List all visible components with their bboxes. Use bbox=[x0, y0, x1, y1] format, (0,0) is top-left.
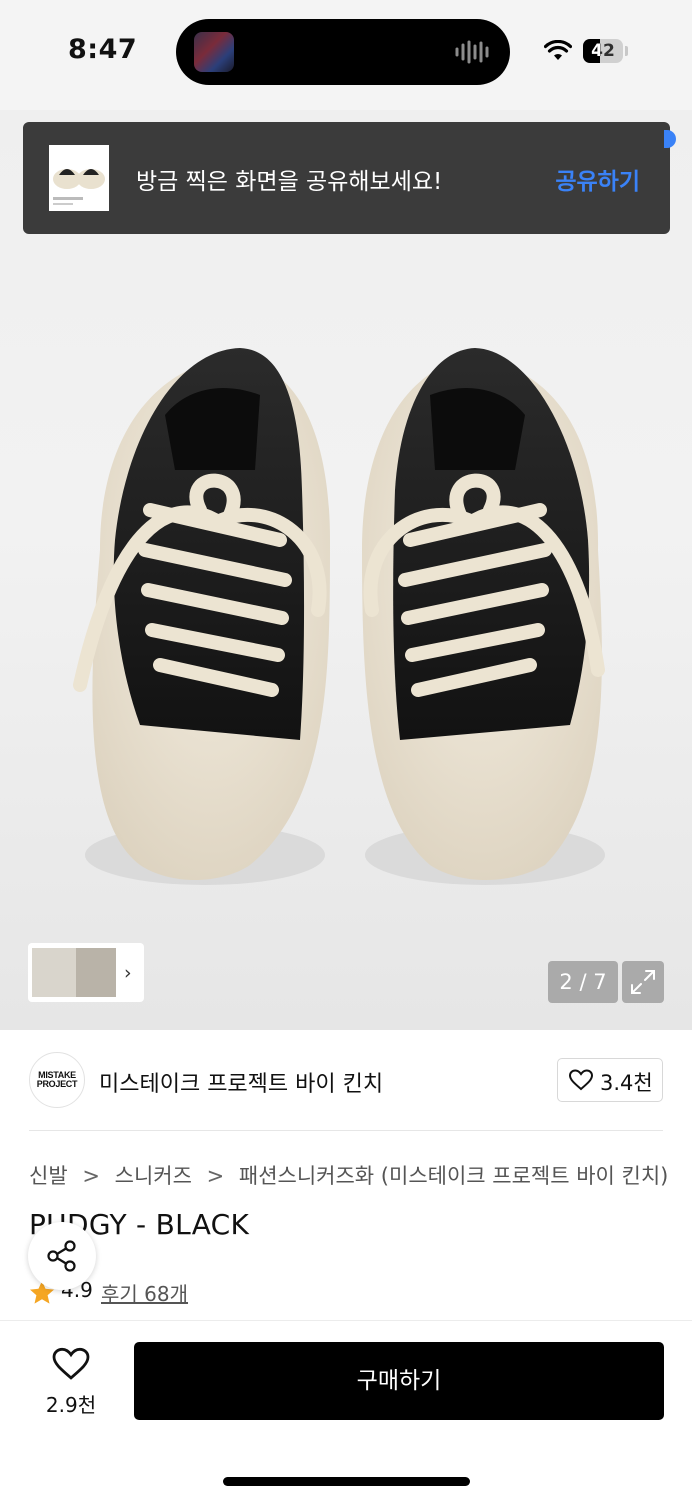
breadcrumb-item[interactable]: 패션스니커즈화 (미스테이크 프로젝트 바이 킨치) bbox=[239, 1164, 669, 1188]
bottom-action-bar: 2.9천 구매하기 bbox=[0, 1320, 692, 1501]
heart-icon bbox=[52, 1347, 90, 1380]
now-playing-artwork bbox=[194, 32, 234, 72]
breadcrumb-item[interactable]: 신발 bbox=[29, 1164, 68, 1188]
toast-share-button[interactable]: 공유하기 bbox=[555, 162, 640, 196]
breadcrumb-item[interactable]: 스니커즈 bbox=[115, 1164, 192, 1188]
brand-name[interactable]: 미스테이크 프로젝트 바이 킨치 bbox=[99, 1066, 383, 1098]
wifi-icon bbox=[544, 40, 572, 60]
home-indicator[interactable] bbox=[223, 1477, 470, 1486]
expand-icon[interactable] bbox=[622, 961, 664, 1003]
screenshot-thumbnail[interactable] bbox=[49, 145, 109, 211]
product-photo bbox=[73, 348, 605, 885]
thumbnail-strip[interactable]: › bbox=[28, 943, 144, 1002]
breadcrumb: 신발 > 스니커즈 > 패션스니커즈화 (미스테이크 프로젝트 바이 킨치) bbox=[29, 1160, 668, 1190]
breadcrumb-separator: > bbox=[82, 1164, 100, 1188]
divider bbox=[29, 1130, 663, 1131]
audio-waveform-icon bbox=[455, 40, 489, 64]
thumbnail-1[interactable] bbox=[32, 948, 76, 997]
battery-cap bbox=[625, 46, 628, 56]
wishlist-count: 2.9천 bbox=[45, 1393, 97, 1417]
review-count-link[interactable]: 후기 68개 bbox=[101, 1278, 188, 1307]
heart-icon bbox=[569, 1069, 593, 1091]
image-counter: 2 / 7 bbox=[548, 961, 618, 1003]
share-button[interactable] bbox=[28, 1222, 96, 1290]
toast-message: 방금 찍은 화면을 공유해보세요! bbox=[136, 169, 443, 195]
breadcrumb-separator: > bbox=[206, 1164, 225, 1188]
share-screenshot-toast[interactable]: 방금 찍은 화면을 공유해보세요! 공유하기 bbox=[23, 122, 670, 234]
brand-like-button[interactable]: 3.4천 bbox=[557, 1058, 663, 1102]
battery-icon: 42 bbox=[583, 39, 623, 63]
wishlist-button[interactable]: 2.9천 bbox=[36, 1345, 106, 1421]
buy-button[interactable]: 구매하기 bbox=[134, 1342, 664, 1420]
chevron-right-icon[interactable]: › bbox=[124, 962, 132, 984]
battery-percent: 42 bbox=[591, 41, 615, 61]
thumbnail-2[interactable] bbox=[76, 948, 116, 997]
product-image-carousel[interactable] bbox=[0, 110, 692, 1030]
status-time: 8:47 bbox=[68, 34, 138, 65]
dynamic-island[interactable] bbox=[176, 19, 510, 85]
share-icon bbox=[47, 1240, 76, 1272]
status-bar: 8:47 42 bbox=[0, 0, 692, 110]
brand-logo-text-2: PROJECT bbox=[36, 1079, 78, 1089]
brand-logo[interactable]: MISTAKE PROJECT bbox=[29, 1052, 85, 1108]
brand-like-count: 3.4천 bbox=[600, 1071, 653, 1095]
